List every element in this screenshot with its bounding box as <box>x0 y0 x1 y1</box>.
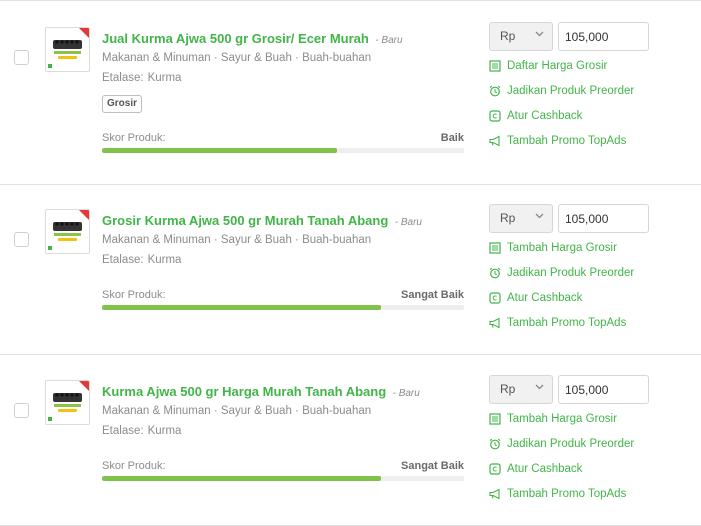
preorder-action[interactable]: Jadikan Produk Preorder <box>489 438 634 450</box>
daftar-harga-grosir-action[interactable]: Daftar Harga Grosir <box>489 60 607 72</box>
cashback-icon <box>489 292 501 304</box>
currency-value: Rp <box>500 211 516 225</box>
alarm-icon <box>489 85 501 97</box>
action-label: Tambah Harga Grosir <box>507 413 617 425</box>
score-bar <box>102 476 464 481</box>
megaphone-icon <box>489 135 500 147</box>
product-etalase: Etalase: Kurma <box>102 72 181 84</box>
list-icon <box>489 242 501 254</box>
currency-select[interactable]: Rp <box>489 375 553 404</box>
product-list: Jual Kurma Ajwa 500 gr Grosir/ Ecer Mura… <box>0 0 701 526</box>
product-title-line: Grosir Kurma Ajwa 500 gr Murah Tanah Aba… <box>102 212 422 230</box>
topads-action[interactable]: Tambah Promo TopAds <box>489 135 626 147</box>
currency-value: Rp <box>500 382 516 396</box>
cashback-action[interactable]: Atur Cashback <box>489 110 582 122</box>
currency-select[interactable]: Rp <box>489 22 553 51</box>
cashback-icon <box>489 110 501 122</box>
megaphone-icon <box>489 317 500 329</box>
action-label: Tambah Promo TopAds <box>507 317 627 329</box>
product-thumbnail[interactable] <box>45 209 90 254</box>
new-badge: - Baru <box>394 217 422 228</box>
tambah-harga-grosir-action[interactable]: Tambah Harga Grosir <box>489 413 617 425</box>
new-badge: - Baru <box>392 388 420 399</box>
score-bar-fill <box>102 148 338 153</box>
chevron-down-icon <box>535 213 544 219</box>
score-value: Sangat Baik <box>401 289 464 301</box>
new-badge: - Baru <box>375 35 403 46</box>
action-label: Atur Cashback <box>507 463 583 475</box>
megaphone-icon <box>489 488 500 500</box>
chevron-down-icon <box>535 384 544 390</box>
product-title-line: Jual Kurma Ajwa 500 gr Grosir/ Ecer Mura… <box>102 30 403 48</box>
product-title-line: Kurma Ajwa 500 gr Harga Murah Tanah Aban… <box>102 383 420 401</box>
topads-action[interactable]: Tambah Promo TopAds <box>489 317 626 329</box>
product-title-link[interactable]: Kurma Ajwa 500 gr Harga Murah Tanah Aban… <box>102 384 386 399</box>
product-title-link[interactable]: Jual Kurma Ajwa 500 gr Grosir/ Ecer Mura… <box>102 31 369 46</box>
etalase-value: Kurma <box>147 72 182 84</box>
etalase-label: Etalase: <box>102 425 144 437</box>
product-etalase: Etalase: Kurma <box>102 425 181 437</box>
price-input[interactable] <box>558 204 649 233</box>
currency-value: Rp <box>500 29 516 43</box>
score-bar <box>102 305 464 310</box>
cashback-action[interactable]: Atur Cashback <box>489 292 582 304</box>
price-input[interactable] <box>558 22 649 51</box>
score-bar-fill <box>102 476 381 481</box>
product-row: Jual Kurma Ajwa 500 gr Grosir/ Ecer Mura… <box>0 0 701 185</box>
product-category: Makanan & Minuman · Sayur & Buah · Buah-… <box>102 405 372 417</box>
select-checkbox[interactable] <box>14 403 29 418</box>
currency-select[interactable]: Rp <box>489 204 553 233</box>
score-value: Baik <box>440 132 464 144</box>
action-label: Jadikan Produk Preorder <box>507 438 635 450</box>
action-label: Jadikan Produk Preorder <box>507 267 635 279</box>
preorder-action[interactable]: Jadikan Produk Preorder <box>489 267 634 279</box>
topads-action[interactable]: Tambah Promo TopAds <box>489 488 626 500</box>
etalase-value: Kurma <box>147 254 182 266</box>
score-label: Skor Produk: <box>102 132 166 144</box>
product-title-link[interactable]: Grosir Kurma Ajwa 500 gr Murah Tanah Aba… <box>102 213 388 228</box>
action-label: Tambah Promo TopAds <box>507 488 627 500</box>
action-label: Atur Cashback <box>507 110 583 122</box>
product-row: Kurma Ajwa 500 gr Harga Murah Tanah Aban… <box>0 355 701 526</box>
alarm-icon <box>489 438 501 450</box>
action-label: Tambah Promo TopAds <box>507 135 627 147</box>
alarm-icon <box>489 267 501 279</box>
grosir-tag: Grosir <box>102 95 143 113</box>
score-bar-fill <box>102 305 381 310</box>
action-label: Atur Cashback <box>507 292 583 304</box>
action-label: Daftar Harga Grosir <box>507 60 608 72</box>
product-row: Grosir Kurma Ajwa 500 gr Murah Tanah Aba… <box>0 184 701 355</box>
product-category: Makanan & Minuman · Sayur & Buah · Buah-… <box>102 52 372 64</box>
etalase-label: Etalase: <box>102 254 144 266</box>
chevron-down-icon <box>535 31 544 37</box>
score-label: Skor Produk: <box>102 289 166 301</box>
select-checkbox[interactable] <box>14 232 29 247</box>
product-thumbnail[interactable] <box>45 380 90 425</box>
action-label: Tambah Harga Grosir <box>507 242 617 254</box>
price-input[interactable] <box>558 375 649 404</box>
action-label: Jadikan Produk Preorder <box>507 85 635 97</box>
preorder-action[interactable]: Jadikan Produk Preorder <box>489 85 634 97</box>
select-checkbox[interactable] <box>14 50 29 65</box>
cashback-icon <box>489 463 501 475</box>
product-etalase: Etalase: Kurma <box>102 254 181 266</box>
cashback-action[interactable]: Atur Cashback <box>489 463 582 475</box>
score-bar <box>102 148 464 153</box>
product-thumbnail[interactable] <box>45 27 90 72</box>
etalase-value: Kurma <box>147 425 182 437</box>
list-icon <box>489 413 501 425</box>
product-category: Makanan & Minuman · Sayur & Buah · Buah-… <box>102 234 372 246</box>
score-value: Sangat Baik <box>401 460 464 472</box>
tambah-harga-grosir-action[interactable]: Tambah Harga Grosir <box>489 242 617 254</box>
score-label: Skor Produk: <box>102 460 166 472</box>
etalase-label: Etalase: <box>102 72 144 84</box>
list-icon <box>489 60 501 72</box>
